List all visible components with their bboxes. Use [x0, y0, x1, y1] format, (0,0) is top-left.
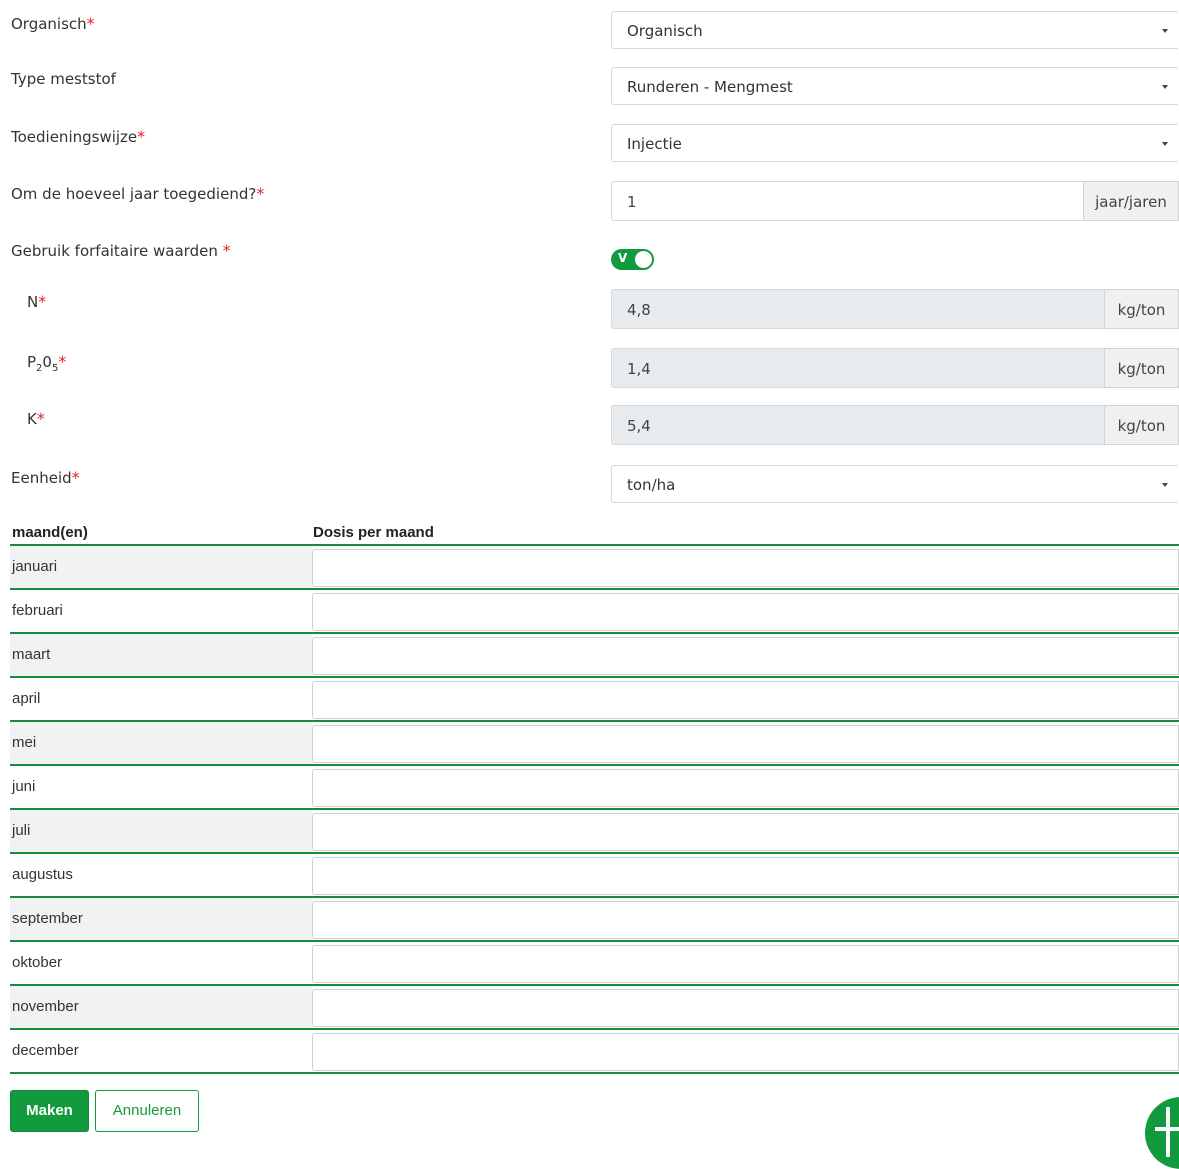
dose-input[interactable] — [312, 813, 1179, 851]
month-cell: januari — [10, 546, 312, 588]
interval-input-group: 1 jaar/jaren — [611, 181, 1179, 221]
table-row: april — [10, 678, 1179, 722]
month-cell: november — [10, 986, 312, 1028]
month-cell: maart — [10, 634, 312, 676]
dose-input[interactable] — [312, 945, 1179, 983]
column-header-month: maand(en) — [12, 524, 88, 541]
month-label: september — [12, 910, 83, 927]
table-row: oktober — [10, 942, 1179, 986]
months-table-header: maand(en) Dosis per maand — [10, 522, 1179, 546]
dose-input[interactable] — [312, 769, 1179, 807]
plus-icon-stroke — [1166, 1107, 1170, 1157]
month-label: april — [12, 690, 41, 707]
table-row: juli — [10, 810, 1179, 854]
table-row: september — [10, 898, 1179, 942]
toedieningswijze-selected-value: Injectie — [627, 135, 682, 153]
toggle-knob — [635, 251, 652, 268]
type-meststof-selected-value: Runderen - Mengmest — [627, 78, 793, 96]
month-cell: juli — [10, 810, 312, 852]
month-label: januari — [12, 558, 58, 575]
month-cell: augustus — [10, 854, 312, 896]
dose-input[interactable] — [312, 593, 1179, 631]
month-cell: juni — [10, 766, 312, 808]
dose-input[interactable] — [312, 681, 1179, 719]
dose-input[interactable] — [312, 989, 1179, 1027]
interval-label: Om de hoeveel jaar toegediend?* — [11, 184, 265, 203]
dose-input[interactable] — [312, 857, 1179, 895]
table-row: mei — [10, 722, 1179, 766]
month-label: november — [12, 998, 79, 1015]
month-label: oktober — [12, 954, 63, 971]
chevron-down-icon — [1162, 142, 1168, 146]
interval-input[interactable]: 1 — [611, 181, 1083, 221]
dose-input[interactable] — [312, 1033, 1179, 1071]
toedieningswijze-label: Toedieningswijze* — [11, 127, 146, 146]
type-meststof-label: Type meststof — [11, 70, 116, 88]
month-label: juli — [12, 822, 31, 839]
month-label: december — [12, 1042, 79, 1059]
p2o5-input[interactable]: 1,4 — [611, 348, 1104, 388]
organisch-label: Organisch* — [11, 14, 95, 33]
table-row: december — [10, 1030, 1179, 1074]
eenheid-selected-value: ton/ha — [627, 476, 676, 494]
forfaitair-label: Gebruik forfaitaire waarden * — [11, 241, 231, 260]
n-input-group: 4,8 kg/ton — [611, 289, 1179, 329]
forfaitair-toggle[interactable]: V — [611, 249, 654, 270]
chevron-down-icon — [1162, 483, 1168, 487]
month-cell: februari — [10, 590, 312, 632]
n-input[interactable]: 4,8 — [611, 289, 1104, 329]
k-unit-addon: kg/ton — [1104, 405, 1179, 445]
column-header-dose: Dosis per maand — [313, 524, 434, 541]
eenheid-label: Eenheid* — [11, 468, 80, 487]
month-cell: december — [10, 1030, 312, 1072]
table-row: februari — [10, 590, 1179, 634]
chevron-down-icon — [1162, 29, 1168, 33]
chevron-down-icon — [1162, 85, 1168, 89]
table-row: juni — [10, 766, 1179, 810]
table-row: maart — [10, 634, 1179, 678]
month-label: juni — [12, 778, 36, 795]
month-label: augustus — [12, 866, 73, 883]
p2o5-unit-addon: kg/ton — [1104, 348, 1179, 388]
create-button[interactable]: Maken — [10, 1090, 89, 1132]
p2o5-input-group: 1,4 kg/ton — [611, 348, 1179, 388]
month-cell: april — [10, 678, 312, 720]
dose-input[interactable] — [312, 637, 1179, 675]
organisch-select[interactable]: Organisch — [611, 11, 1178, 49]
n-label: N* — [27, 292, 47, 311]
p2o5-label: P205* — [27, 352, 67, 374]
dose-input[interactable] — [312, 549, 1179, 587]
add-button[interactable] — [1145, 1097, 1179, 1169]
organisch-selected-value: Organisch — [627, 22, 703, 40]
cancel-button[interactable]: Annuleren — [95, 1090, 199, 1132]
month-label: februari — [12, 602, 63, 619]
k-label: K* — [27, 409, 45, 428]
month-cell: mei — [10, 722, 312, 764]
month-cell: oktober — [10, 942, 312, 984]
eenheid-select[interactable]: ton/ha — [611, 465, 1178, 503]
month-label: maart — [12, 646, 51, 663]
n-unit-addon: kg/ton — [1104, 289, 1179, 329]
dose-input[interactable] — [312, 725, 1179, 763]
table-row: januari — [10, 546, 1179, 590]
k-input-group: 5,4 kg/ton — [611, 405, 1179, 445]
type-meststof-select[interactable]: Runderen - Mengmest — [611, 67, 1178, 105]
month-cell: september — [10, 898, 312, 940]
table-row: november — [10, 986, 1179, 1030]
interval-unit-addon: jaar/jaren — [1083, 181, 1179, 221]
month-label: mei — [12, 734, 37, 751]
toedieningswijze-select[interactable]: Injectie — [611, 124, 1178, 162]
table-row: augustus — [10, 854, 1179, 898]
toggle-check-text: V — [618, 251, 628, 265]
dose-input[interactable] — [312, 901, 1179, 939]
k-input[interactable]: 5,4 — [611, 405, 1104, 445]
